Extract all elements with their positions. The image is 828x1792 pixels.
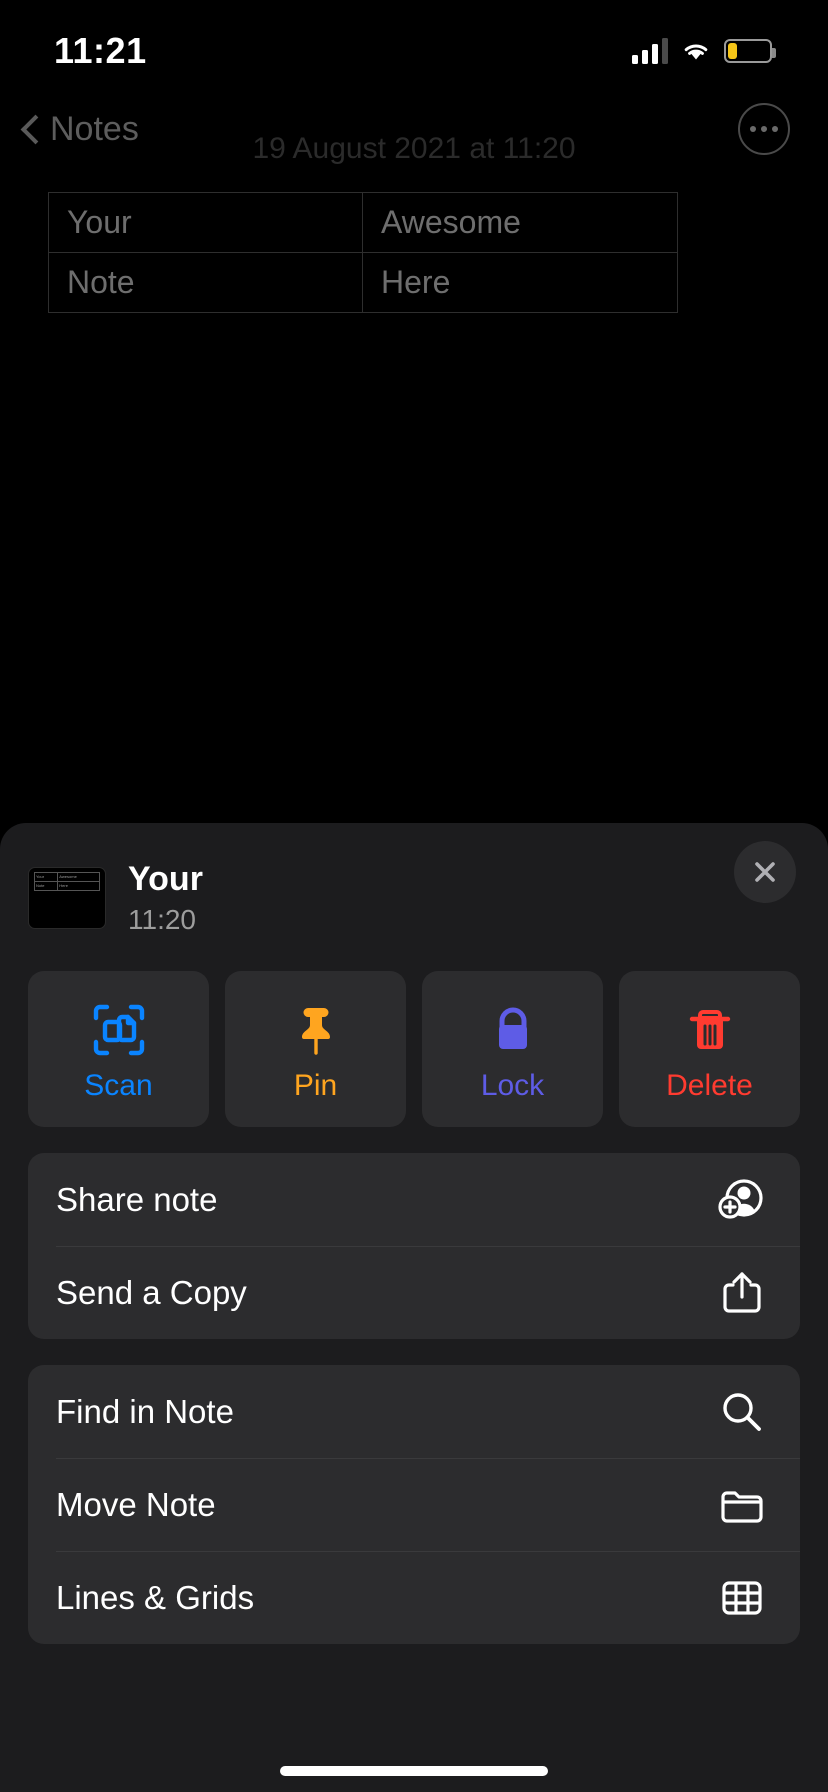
- status-bar: 11:21: [0, 0, 828, 88]
- share-note-label: Share note: [56, 1180, 218, 1218]
- send-a-copy-row[interactable]: Send a Copy: [28, 1246, 800, 1339]
- pin-label: Pin: [293, 1069, 338, 1102]
- send-a-copy-label: Send a Copy: [56, 1273, 247, 1311]
- lines-and-grids-label: Lines & Grids: [56, 1578, 255, 1616]
- share-export-icon: [712, 1267, 772, 1319]
- status-bar-time: 11:21: [54, 30, 147, 71]
- menu-group-share: Share note Send a Copy: [28, 1153, 800, 1339]
- home-indicator: [280, 1766, 548, 1776]
- note-table[interactable]: Your Awesome Note Here: [48, 192, 678, 313]
- menu-group-tools: Find in Note Move Note Lines & Grids: [28, 1365, 800, 1644]
- delete-button[interactable]: Delete: [619, 971, 800, 1127]
- find-in-note-row[interactable]: Find in Note: [28, 1365, 800, 1458]
- lock-button[interactable]: Lock: [422, 971, 603, 1127]
- lock-icon: [482, 995, 544, 1065]
- thumbnail-row: Your Awesome: [33, 872, 100, 882]
- scan-button[interactable]: Scan: [28, 971, 209, 1127]
- action-sheet-subtitle: 11:20: [128, 903, 196, 935]
- note-thumbnail: Your Awesome Note Here: [28, 867, 106, 929]
- action-sheet-title: Your: [128, 860, 203, 899]
- thumbnail-cell: Here: [57, 881, 100, 891]
- table-cell[interactable]: Note: [48, 252, 363, 313]
- person-add-icon: [712, 1174, 772, 1226]
- thumbnail-cell: Your: [33, 872, 59, 882]
- lock-label: Lock: [480, 1069, 545, 1102]
- table-cell[interactable]: Here: [362, 252, 678, 313]
- thumbnail-row: Note Here: [33, 881, 100, 891]
- cellular-signal-icon: [632, 38, 668, 64]
- folder-icon: [712, 1479, 772, 1531]
- thumbnail-cell: Note: [33, 881, 59, 891]
- table-row[interactable]: Your Awesome: [48, 192, 678, 253]
- delete-label: Delete: [666, 1069, 753, 1102]
- iphone-screen: 11:21 Notes 19 August 2021 at 11:20 Your…: [0, 0, 828, 1792]
- quick-action-tiles: Scan Pin Lock Delete: [0, 971, 828, 1127]
- close-button[interactable]: [734, 841, 796, 903]
- lines-and-grids-row[interactable]: Lines & Grids: [28, 1551, 800, 1644]
- scan-document-icon: [88, 995, 150, 1065]
- scan-label: Scan: [84, 1069, 153, 1102]
- action-sheet-title-block: Your 11:20: [128, 860, 203, 935]
- table-cell[interactable]: Your: [48, 192, 363, 253]
- table-cell[interactable]: Awesome: [362, 192, 678, 253]
- battery-low-icon: [724, 39, 776, 63]
- action-sheet: Your Awesome Note Here Your 11:20 Scan P…: [0, 823, 828, 1792]
- status-bar-indicators: [632, 38, 776, 64]
- pin-icon: [285, 995, 347, 1065]
- thumbnail-cell: Awesome: [57, 872, 100, 882]
- note-date: 19 August 2021 at 11:20: [252, 132, 576, 165]
- move-note-row[interactable]: Move Note: [28, 1458, 800, 1551]
- action-sheet-header: Your Awesome Note Here Your 11:20: [0, 823, 828, 943]
- find-in-note-label: Find in Note: [56, 1392, 234, 1430]
- close-icon: [755, 862, 775, 882]
- wifi-icon: [680, 39, 712, 63]
- trash-icon: [679, 995, 741, 1065]
- pin-button[interactable]: Pin: [225, 971, 406, 1127]
- search-icon: [712, 1386, 772, 1438]
- grid-icon: [712, 1572, 772, 1624]
- share-note-row[interactable]: Share note: [28, 1153, 800, 1246]
- move-note-label: Move Note: [56, 1485, 216, 1523]
- table-row[interactable]: Note Here: [48, 252, 678, 313]
